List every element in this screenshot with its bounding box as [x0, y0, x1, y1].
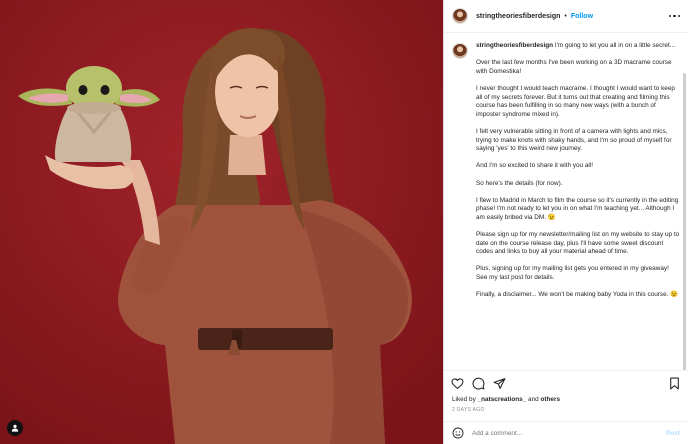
- caption-first-line: I'm going to let you all in on a little …: [554, 42, 676, 49]
- comment-bar: Post: [444, 421, 688, 444]
- comment-input[interactable]: [472, 429, 667, 437]
- caption-paragraph: Please sign up for my newsletter/mailing…: [476, 231, 680, 256]
- follow-button[interactable]: Follow: [571, 13, 593, 20]
- comment-icon[interactable]: [472, 377, 485, 390]
- caption-paragraph: Over the last few months I've been worki…: [476, 59, 672, 75]
- tagged-user-button[interactable]: [7, 420, 23, 436]
- caption-paragraph: So here's the details (for now).: [476, 179, 563, 187]
- caption-paragraph: I flew to Madrid in March to film the co…: [476, 196, 679, 221]
- post-comment-button[interactable]: Post: [666, 430, 680, 437]
- more-options-icon[interactable]: [668, 14, 680, 18]
- caption-text: stringtheoriesfiberdesign I'm going to l…: [476, 42, 680, 308]
- instagram-post: stringtheoriesfiberdesign • Follow strin…: [0, 0, 688, 444]
- caption-paragraph: And I'm so excited to share it with you …: [476, 162, 594, 170]
- caption-paragraph: I never thought I would teach macrame. I…: [476, 84, 675, 118]
- caption-paragraph: I felt very vulnerable sitting in front …: [476, 127, 672, 153]
- caption-avatar[interactable]: [452, 43, 468, 59]
- post-photo[interactable]: [0, 0, 443, 444]
- liked-by-user[interactable]: _natscreations_: [478, 396, 527, 403]
- likes-others-link[interactable]: others: [541, 396, 561, 403]
- caption-area[interactable]: stringtheoriesfiberdesign I'm going to l…: [444, 33, 688, 370]
- emoji-icon[interactable]: [452, 427, 464, 439]
- separator-dot: •: [564, 12, 567, 20]
- header-username[interactable]: stringtheoriesfiberdesign: [476, 13, 560, 20]
- photo-illustration: [0, 0, 443, 444]
- post-timestamp[interactable]: 2 DAYS AGO: [444, 407, 688, 421]
- heart-icon[interactable]: [451, 377, 464, 390]
- caption-paragraph: Finally, a disclaimer... We won't be mak…: [476, 291, 679, 299]
- caption-paragraph: Plus, signing up for my mailing list get…: [476, 265, 669, 282]
- share-icon[interactable]: [493, 377, 506, 390]
- likes-joiner: and: [528, 396, 539, 403]
- person-icon: [11, 424, 19, 432]
- action-bar: [444, 370, 688, 396]
- caption-row: stringtheoriesfiberdesign I'm going to l…: [452, 42, 680, 308]
- avatar[interactable]: [452, 8, 468, 24]
- scrollbar[interactable]: [683, 73, 686, 370]
- bookmark-icon[interactable]: [668, 377, 681, 390]
- post-sidebar: stringtheoriesfiberdesign • Follow strin…: [443, 0, 688, 444]
- likes-prefix: Liked by: [452, 396, 476, 403]
- caption-username[interactable]: stringtheoriesfiberdesign: [476, 42, 553, 49]
- post-header: stringtheoriesfiberdesign • Follow: [444, 0, 688, 33]
- likes-summary: Liked by _natscreations_ and others: [444, 396, 688, 407]
